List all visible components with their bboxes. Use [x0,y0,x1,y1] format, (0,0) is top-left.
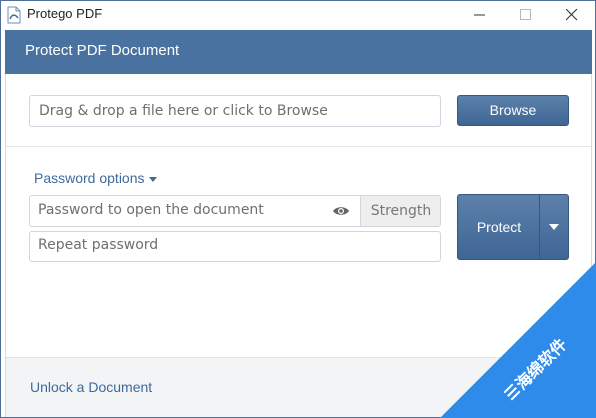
caret-down-icon [549,224,559,230]
minimize-button[interactable] [457,1,503,30]
title-bar[interactable]: Protego PDF [1,1,595,30]
maximize-button[interactable] [503,1,549,30]
browse-button[interactable]: Browse [457,95,569,126]
eye-icon[interactable] [332,204,350,218]
close-icon [566,9,578,21]
protect-button[interactable]: Protect [457,194,541,260]
file-drop-zone[interactable]: Drag & drop a file here or click to Brow… [29,95,441,127]
password-options-label: Password options [34,170,145,186]
footer-bar: Unlock a Document [6,357,590,417]
window-title: Protego PDF [27,6,103,21]
drop-zone-placeholder: Drag & drop a file here or click to Brow… [39,103,328,119]
repeat-password-placeholder: Repeat password [38,237,159,253]
page-title: Protect PDF Document [25,42,180,59]
password-field[interactable]: Password to open the document Strength [29,195,441,227]
close-button[interactable] [549,1,595,30]
minimize-icon [474,14,485,16]
section-divider [6,146,591,147]
password-options-toggle[interactable]: Password options [34,170,157,186]
unlock-document-link[interactable]: Unlock a Document [30,379,152,395]
protect-dropdown-button[interactable] [539,194,569,260]
strength-indicator: Strength [360,196,440,226]
app-window: Protego PDF Protect PDF Document Drag & … [0,0,596,418]
repeat-password-field[interactable]: Repeat password [29,231,441,262]
page-header: Protect PDF Document [5,30,592,74]
maximize-icon [520,9,531,20]
password-placeholder: Password to open the document [38,202,264,218]
chevron-down-icon [148,176,157,182]
app-pdf-icon [7,6,21,24]
